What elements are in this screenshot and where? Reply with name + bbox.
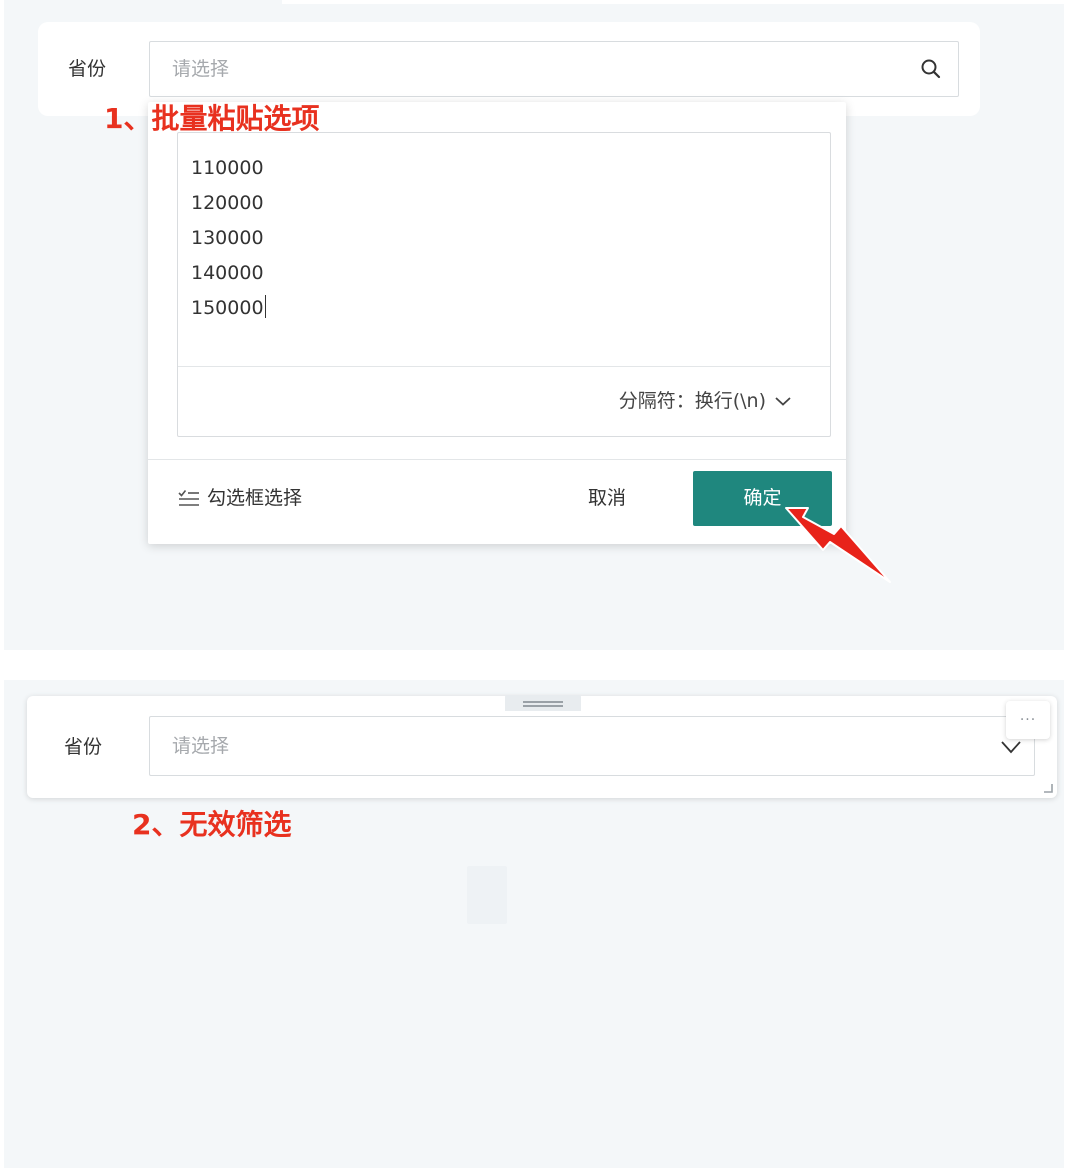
more-button[interactable]: ··· — [1006, 701, 1050, 739]
search-icon[interactable] — [920, 58, 942, 80]
select-placeholder: 请选择 — [172, 735, 230, 757]
paste-textarea[interactable]: 110000 120000 130000 140000 150000 分隔符：换… — [177, 132, 831, 437]
batch-paste-dropdown: 110000 120000 130000 140000 150000 分隔符：换… — [148, 102, 846, 544]
paste-line: 140000 — [191, 262, 264, 284]
separator-text: 分隔符：换行(\n) — [618, 390, 766, 412]
red-arrow-icon — [785, 507, 891, 583]
paste-line-last: 150000 — [191, 291, 267, 326]
annotation-invalid-filter: 2、无效筛选 — [132, 808, 292, 841]
checkbox-mode-button[interactable]: 勾选框选择 — [178, 486, 302, 510]
paste-divider — [178, 366, 830, 367]
chevron-down-icon[interactable] — [1000, 739, 1022, 755]
more-icon: ··· — [1019, 712, 1037, 728]
province-select[interactable]: 请选择 — [149, 41, 959, 97]
paste-line: 130000 — [191, 227, 264, 249]
select-placeholder: 请选择 — [172, 58, 230, 80]
filter-label: 省份 — [64, 736, 103, 758]
cancel-button[interactable]: 取消 — [588, 486, 626, 510]
chevron-down-icon — [775, 397, 791, 406]
province-filter-card-widget: 省份 请选择 — [27, 696, 1057, 798]
panel-top-edge — [282, 0, 1064, 4]
paste-line: 120000 — [191, 192, 264, 214]
checkbox-mode-label: 勾选框选择 — [207, 487, 303, 509]
filter-label: 省份 — [68, 58, 107, 80]
paste-line: 110000 — [191, 157, 264, 179]
screenshot-root: 省份 请选择 110000 120000 130000 140000 15000… — [0, 0, 1074, 1168]
checklist-icon — [178, 490, 199, 506]
separator-select[interactable]: 分隔符：换行(\n) — [619, 389, 792, 413]
paste-line-text: 150000 — [191, 297, 264, 319]
province-select[interactable]: 请选择 — [149, 716, 1035, 776]
resize-handle-icon[interactable] — [1042, 782, 1054, 794]
paste-lines: 110000 120000 130000 140000 150000 — [191, 151, 267, 326]
drag-handle[interactable] — [505, 695, 581, 711]
annotation-batch-paste: 1、批量粘贴选项 — [104, 102, 320, 135]
dropdown-footer-divider — [148, 459, 846, 460]
faint-placeholder-block — [467, 866, 507, 924]
text-caret — [264, 295, 267, 318]
